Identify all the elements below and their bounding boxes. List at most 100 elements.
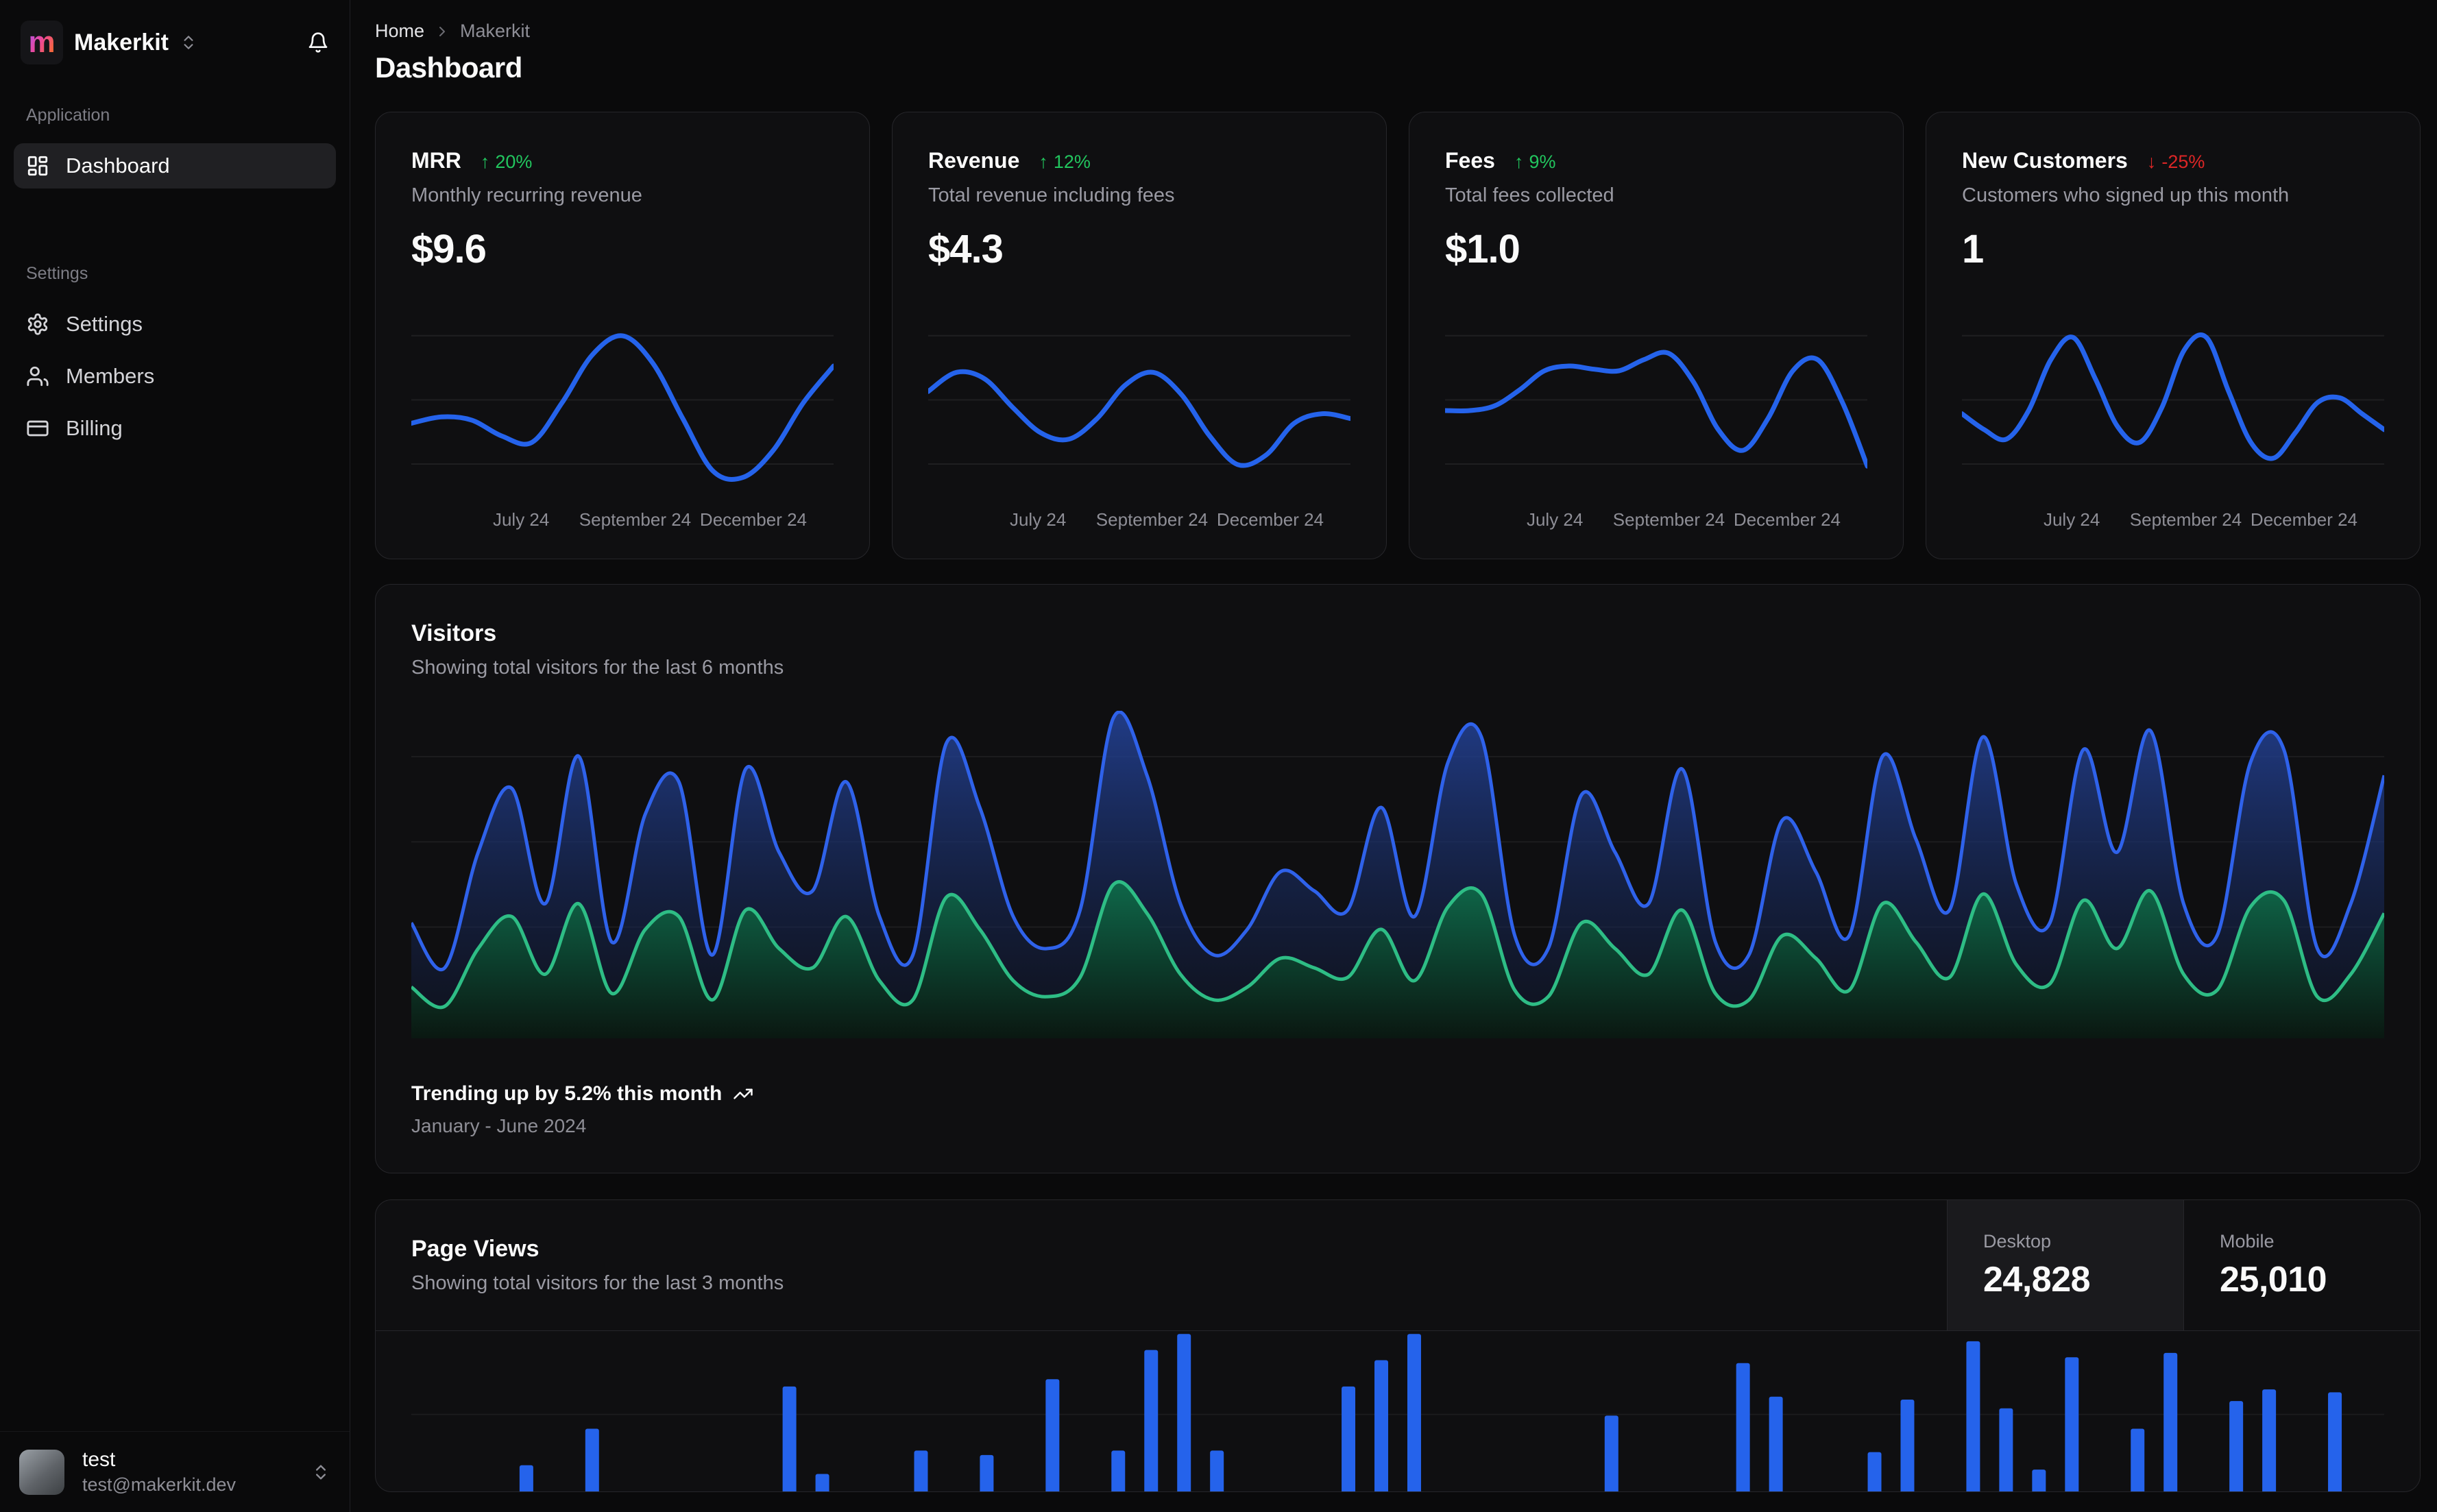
visitors-area-chart xyxy=(411,711,2384,1038)
stat-title: New Customers xyxy=(1962,148,2128,173)
x-axis-tick: July 24 xyxy=(1526,509,1584,530)
sidebar-item-label: Members xyxy=(66,364,155,388)
stat-title: Fees xyxy=(1445,148,1495,173)
stat-cards-row: MRR ↑ 20% Monthly recurring revenue $9.6 … xyxy=(375,112,2421,559)
trend-badge: ↑ 9% xyxy=(1514,151,1556,172)
new-customers-sparkline-chart: July 24 September 24 December 24 xyxy=(1962,321,2384,534)
visitors-date-range: January - June 2024 xyxy=(411,1115,587,1136)
user-menu[interactable]: test test@makerkit.dev xyxy=(0,1431,350,1512)
nav-section-application: Application Dashboard xyxy=(14,106,336,188)
breadcrumb-home-link[interactable]: Home xyxy=(375,21,424,42)
visitors-trend-text: Trending up by 5.2% this month xyxy=(411,1082,723,1105)
sidebar-item-label: Billing xyxy=(66,416,123,440)
page-views-bar-chart xyxy=(376,1331,2420,1491)
x-axis-tick: July 24 xyxy=(2043,509,2100,530)
trending-up-icon xyxy=(733,1084,753,1104)
x-axis-tick: December 24 xyxy=(1216,509,1324,530)
page-views-description: Showing total visitors for the last 3 mo… xyxy=(411,1272,784,1294)
toggle-label: Mobile xyxy=(2220,1230,2275,1252)
sidebar-item-label: Settings xyxy=(66,312,143,336)
workspace-switcher[interactable]: m Makerkit xyxy=(21,21,197,64)
stat-card-fees: Fees ↑ 9% Total fees collected $1.0 July … xyxy=(1409,112,1904,559)
makerkit-logo: m xyxy=(21,21,63,64)
user-meta: test test@makerkit.dev xyxy=(82,1448,236,1496)
user-name: test xyxy=(82,1448,116,1471)
sidebar: m Makerkit Application Dashboard Setting… xyxy=(0,0,350,1512)
user-avatar xyxy=(19,1449,64,1495)
x-axis-tick: September 24 xyxy=(2129,509,2242,530)
trend-badge: ↑ 20% xyxy=(480,151,533,172)
main-content: Home Makerkit Dashboard MRR ↑ 20% Monthly… xyxy=(350,0,2437,1512)
x-axis-labels: July 24 September 24 December 24 xyxy=(411,507,834,534)
toggle-desktop[interactable]: Desktop 24,828 xyxy=(1947,1200,2183,1330)
page-views-card: Page Views Showing total visitors for th… xyxy=(375,1199,2421,1492)
sidebar-item-label: Dashboard xyxy=(66,154,170,178)
x-axis-tick: September 24 xyxy=(1095,509,1209,530)
toggle-mobile[interactable]: Mobile 25,010 xyxy=(2183,1200,2420,1330)
x-axis-tick: July 24 xyxy=(1009,509,1067,530)
x-axis-tick: September 24 xyxy=(579,509,692,530)
dashboard-icon xyxy=(26,154,49,178)
toggle-label: Desktop xyxy=(1983,1230,2052,1252)
workspace-name: Makerkit xyxy=(74,29,169,56)
visitors-description: Showing total visitors for the last 6 mo… xyxy=(411,657,784,679)
arrow-up-icon: ↑ xyxy=(1514,151,1524,172)
stat-card-mrr: MRR ↑ 20% Monthly recurring revenue $9.6 … xyxy=(375,112,870,559)
stat-description: Customers who signed up this month xyxy=(1962,184,2290,206)
sidebar-header: m Makerkit xyxy=(0,0,350,78)
x-axis-tick: December 24 xyxy=(699,509,807,530)
revenue-sparkline-chart: July 24 September 24 December 24 xyxy=(928,321,1350,534)
trend-badge: ↑ 12% xyxy=(1039,151,1091,172)
nav-section-label: Application xyxy=(26,106,110,125)
sidebar-nav: Application Dashboard Settings Settings xyxy=(0,78,350,458)
stat-title: Revenue xyxy=(928,148,1020,173)
visitors-footer: Trending up by 5.2% this month January -… xyxy=(411,1082,2384,1137)
stat-value: $1.0 xyxy=(1445,227,1520,271)
stat-description: Monthly recurring revenue xyxy=(411,184,642,206)
stat-description: Total revenue including fees xyxy=(928,184,1175,206)
x-axis-tick: December 24 xyxy=(1733,509,1841,530)
page-views-title: Page Views xyxy=(411,1236,539,1262)
user-email: test@makerkit.dev xyxy=(82,1474,236,1495)
sidebar-item-members[interactable]: Members xyxy=(14,354,336,399)
x-axis-labels: July 24 September 24 December 24 xyxy=(1445,507,1867,534)
breadcrumb-current[interactable]: Makerkit xyxy=(460,21,530,42)
stat-card-revenue: Revenue ↑ 12% Total revenue including fee… xyxy=(892,112,1387,559)
toggle-value: 25,010 xyxy=(2220,1259,2327,1300)
page-title: Dashboard xyxy=(375,51,522,84)
arrow-down-icon: ↓ xyxy=(2146,151,2157,172)
arrow-up-icon: ↑ xyxy=(1039,151,1048,172)
notifications-bell-icon[interactable] xyxy=(307,32,329,53)
breadcrumb: Home Makerkit xyxy=(375,21,2421,42)
arrow-up-icon: ↑ xyxy=(480,151,490,172)
settings-gear-icon xyxy=(26,313,49,336)
x-axis-tick: December 24 xyxy=(2250,509,2357,530)
x-axis-labels: July 24 September 24 December 24 xyxy=(1962,507,2384,534)
nav-section-label: Settings xyxy=(26,264,88,283)
fees-sparkline-chart: July 24 September 24 December 24 xyxy=(1445,321,1867,534)
stat-value: 1 xyxy=(1962,227,1984,271)
visitors-title: Visitors xyxy=(411,620,497,646)
x-axis-tick: July 24 xyxy=(492,509,550,530)
mrr-sparkline-chart: July 24 September 24 December 24 xyxy=(411,321,834,534)
billing-icon xyxy=(26,417,49,440)
chevron-right-icon xyxy=(434,23,450,40)
stat-description: Total fees collected xyxy=(1445,184,1614,206)
sidebar-item-settings[interactable]: Settings xyxy=(14,302,336,347)
members-icon xyxy=(26,365,49,388)
page-views-header: Page Views Showing total visitors for th… xyxy=(376,1200,2420,1331)
trend-badge: ↓ -25% xyxy=(2146,151,2205,172)
stat-value: $9.6 xyxy=(411,227,487,271)
chevrons-up-down-icon xyxy=(180,34,197,51)
nav-section-settings: Settings Settings Members Billing xyxy=(14,264,336,451)
stat-title: MRR xyxy=(411,148,461,173)
sidebar-item-billing[interactable]: Billing xyxy=(14,406,336,451)
stat-value: $4.3 xyxy=(928,227,1004,271)
sidebar-item-dashboard[interactable]: Dashboard xyxy=(14,143,336,188)
stat-card-new-customers: New Customers ↓ -25% Customers who signed… xyxy=(1926,112,2421,559)
visitors-card: Visitors Showing total visitors for the … xyxy=(375,584,2421,1173)
x-axis-labels: July 24 September 24 December 24 xyxy=(928,507,1350,534)
chevrons-up-down-icon xyxy=(311,1463,330,1482)
toggle-value: 24,828 xyxy=(1983,1259,2091,1300)
x-axis-tick: September 24 xyxy=(1612,509,1725,530)
